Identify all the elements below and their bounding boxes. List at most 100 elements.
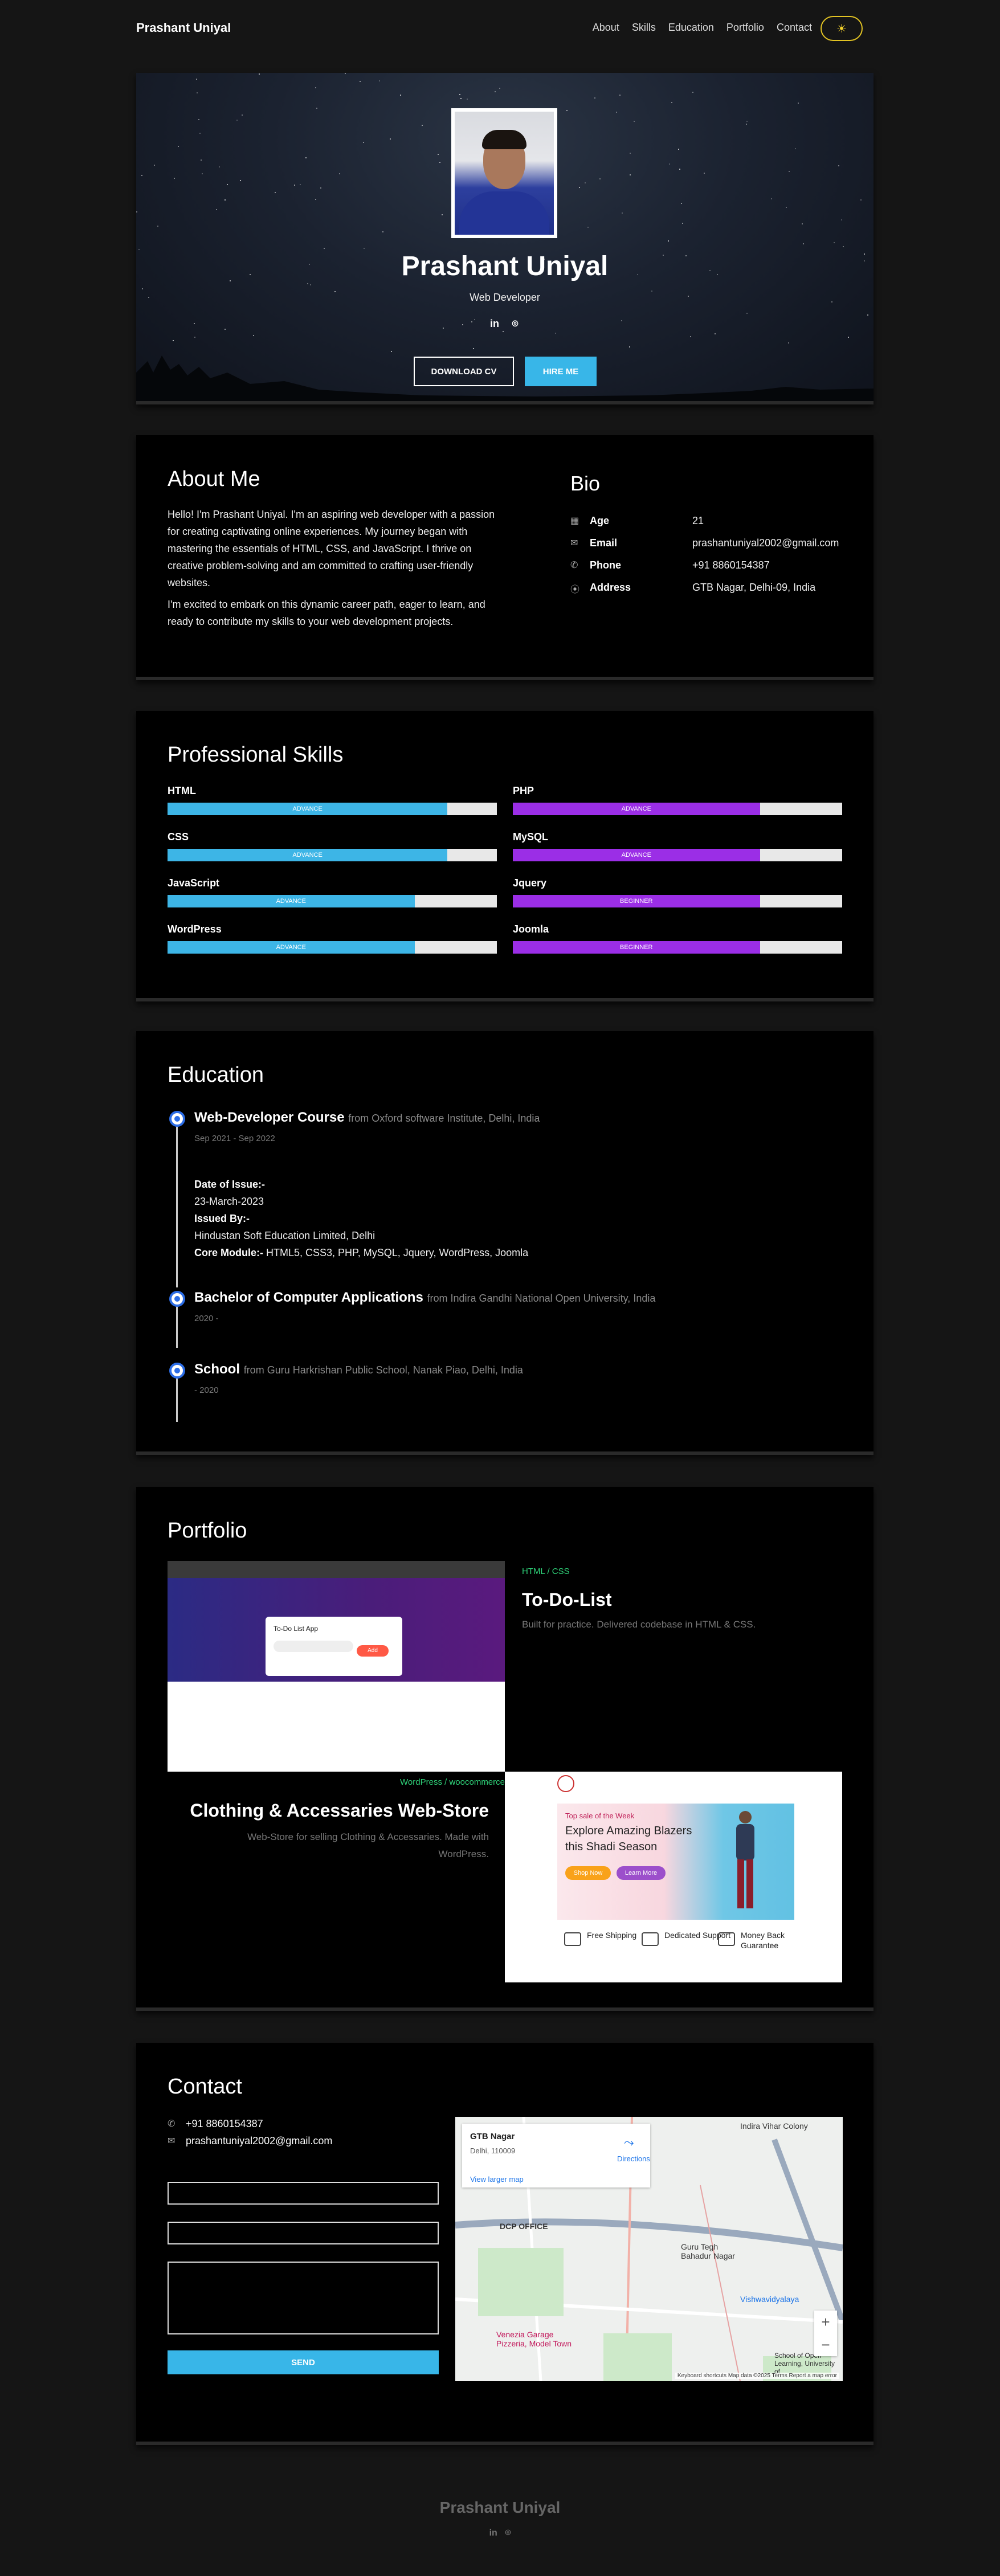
profile-photo [451,108,557,238]
education-degree: School [194,1361,240,1377]
portfolio-section: Portfolio To-Do List App Add HTML / CSS … [136,1487,874,2011]
nav-link-contact[interactable]: Contact [777,22,812,34]
email-input[interactable] [168,2222,439,2244]
todo-app-card: To-Do List App Add [266,1617,402,1676]
education-details: Date of Issue:- 23-March-2023 Issued By:… [194,1179,529,1258]
education-degree: Web-Developer Course [194,1110,345,1125]
skill-name: HTML [168,785,196,796]
phone-icon: ✆ [168,2119,175,2129]
skill-level: BEGINNER [513,941,760,954]
skill-item: JavaScript ADVANCE [168,877,497,907]
skill-level: ADVANCE [513,849,760,861]
education-institute: from Indira Gandhi National Open Univers… [427,1293,656,1304]
skill-item: Joomla BEGINNER [513,923,842,954]
skill-level: ADVANCE [168,941,415,954]
zoom-in-button[interactable]: + [814,2311,837,2333]
bio-row-email: ✉ Email prashantuniyal2002@gmail.com [570,537,839,549]
skill-item: CSS ADVANCE [168,831,497,861]
portfolio-project-title[interactable]: Clothing & Accessaries Web-Store [147,1800,489,1821]
theme-toggle-button[interactable]: ☀ [821,16,863,41]
contact-email: ✉ prashantuniyal2002@gmail.com [168,2135,333,2146]
nav-link-about[interactable]: About [593,22,619,34]
directions-icon[interactable]: ⤳ [624,2135,634,2150]
skill-name: MySQL [513,831,549,843]
download-cv-button[interactable]: DOWNLOAD CV [414,357,514,386]
education-date: - 2020 [194,1385,219,1395]
name-input[interactable] [168,2182,439,2205]
skill-name: Jquery [513,877,547,889]
skill-progress-bar: ADVANCE [168,849,497,861]
skill-progress-bar: ADVANCE [168,941,497,954]
skill-level: ADVANCE [513,803,760,815]
education-section: Education Web-Developer Course from Oxfo… [136,1031,874,1455]
google-map-embed[interactable]: Indira Vihar Colony DCP OFFICE Guru Tegh… [455,2117,843,2381]
bio-title: Bio [570,472,601,495]
education-item: School from Guru Harkrishan Public Schoo… [194,1361,523,1377]
portfolio-title: Portfolio [168,1519,247,1543]
education-title: Education [168,1063,264,1087]
portfolio-store-screenshot[interactable]: Top sale of the Week Explore Amazing Bla… [505,1772,842,1982]
brand-logo[interactable]: Prashant Uniyal [136,21,231,35]
portfolio-project-desc: Web-Store for selling Clothing & Accessa… [247,1831,489,1859]
timeline-dot [169,1291,185,1307]
contact-phone: ✆ +91 8860154387 [168,2118,263,2129]
contact-title: Contact [168,2075,242,2099]
skill-progress-bar: BEGINNER [513,941,842,954]
skill-level: ADVANCE [168,803,448,815]
send-button[interactable]: SEND [168,2350,439,2374]
github-icon[interactable]: ⌾ [505,2528,511,2538]
portfolio-category: HTML / CSS [522,1567,570,1576]
linkedin-icon[interactable]: in [489,2528,497,2538]
footer-name: Prashant Uniyal [439,2499,561,2516]
hero-section: Prashant Uniyal Web Developer in ⌾ DOWNL… [136,73,874,404]
portfolio-project-title[interactable]: To-Do-List [522,1589,612,1610]
skill-progress-bar: BEGINNER [513,895,842,907]
skills-section: Professional Skills HTML ADVANCE CSS ADVANC… [136,711,874,1001]
about-title: About Me [168,467,260,491]
hero-role: Web Developer [470,292,540,303]
larger-map-link[interactable]: View larger map [470,2175,524,2184]
github-icon[interactable]: ⌾ [509,318,521,330]
skill-item: MySQL ADVANCE [513,831,842,861]
skill-item: PHP ADVANCE [513,785,842,815]
nav-link-education[interactable]: Education [668,22,714,34]
envelope-icon: ✉ [570,538,578,548]
skill-item: Jquery BEGINNER [513,877,842,907]
skill-name: CSS [168,831,189,843]
nav-link-portfolio[interactable]: Portfolio [726,22,764,34]
linkedin-icon[interactable]: in [488,318,501,330]
directions-link[interactable]: Directions [617,2154,650,2163]
skill-name: JavaScript [168,877,220,889]
message-textarea[interactable] [168,2262,439,2334]
skills-title: Professional Skills [168,743,344,767]
bio-row-age: ▦ Age 21 [570,515,704,526]
skill-name: PHP [513,785,534,796]
skill-progress-bar: ADVANCE [513,849,842,861]
contact-section: Contact ✆ +91 8860154387 ✉ prashantuniya… [136,2043,874,2445]
skill-level: BEGINNER [513,895,760,907]
phone-icon: ✆ [570,561,578,570]
nav-links: About Skills Education Portfolio Contact [593,22,812,34]
portfolio-todo-screenshot[interactable]: To-Do List App Add [168,1561,505,1772]
skill-item: WordPress ADVANCE [168,923,497,954]
skill-level: ADVANCE [168,895,415,907]
sun-icon: ☀ [836,22,847,35]
skill-item: HTML ADVANCE [168,785,497,815]
map-place-card: GTB Nagar Delhi, 110009 ⤳ Directions Vie… [462,2124,650,2187]
hero-socials: in ⌾ [136,318,874,330]
nav-link-skills[interactable]: Skills [632,22,656,34]
zoom-out-button[interactable]: − [814,2333,837,2356]
calendar-icon: ▦ [570,516,579,526]
education-date: Sep 2021 - Sep 2022 [194,1134,275,1143]
education-institute: from Guru Harkrishan Public School, Nana… [243,1364,523,1376]
envelope-icon: ✉ [168,2136,175,2146]
bio-row-address: ⦿ Address GTB Nagar, Delhi-09, India [570,582,816,595]
portfolio-category: WordPress / woocommerce [400,1777,505,1787]
skill-level: ADVANCE [168,849,448,861]
timeline-dot [169,1363,185,1379]
about-paragraph-2: I'm excited to embark on this dynamic ca… [168,599,485,627]
about-paragraph-1: Hello! I'm Prashant Uniyal. I'm an aspir… [168,509,495,588]
bio-row-phone: ✆ Phone +91 8860154387 [570,559,770,571]
hire-me-button[interactable]: HIRE ME [525,357,597,386]
about-section: About Me Hello! I'm Prashant Uniyal. I'm… [136,435,874,680]
